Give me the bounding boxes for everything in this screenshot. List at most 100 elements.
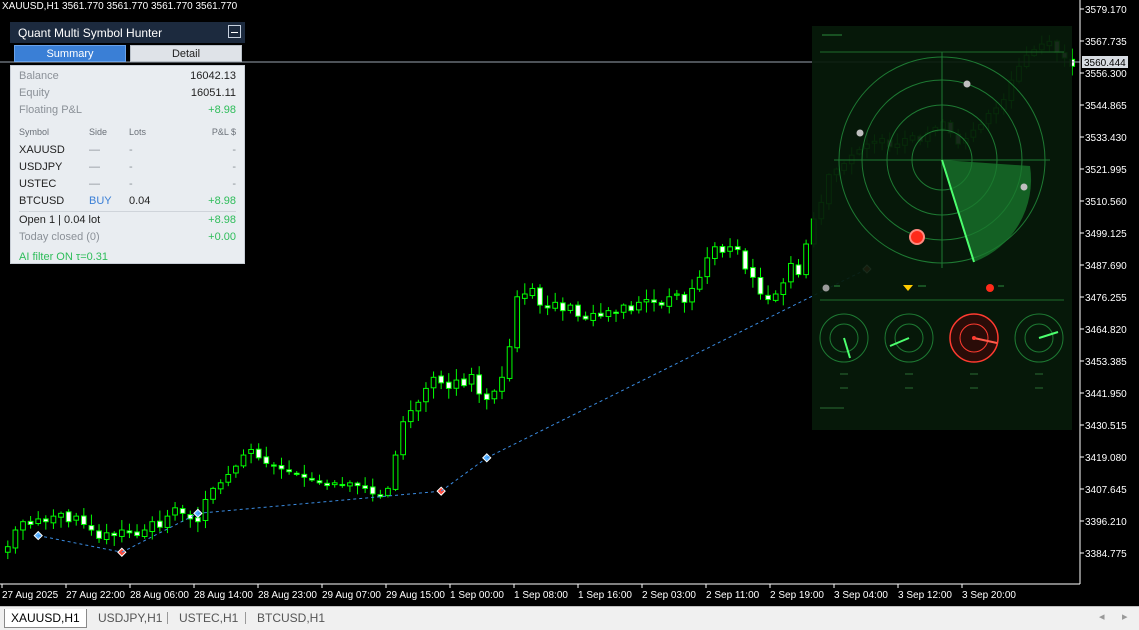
time-tick-label: 29 Aug 07:00 bbox=[322, 590, 381, 601]
candle-body bbox=[468, 374, 475, 385]
candle-body bbox=[134, 531, 140, 537]
header-pl: P&L $ bbox=[211, 127, 236, 137]
tab-summary[interactable]: Summary bbox=[14, 45, 126, 62]
candle-body bbox=[453, 379, 460, 389]
candle-body bbox=[772, 293, 779, 301]
scroll-right-icon[interactable]: ▸ bbox=[1122, 610, 1128, 623]
candle-body bbox=[438, 375, 445, 384]
candle-body bbox=[750, 267, 756, 278]
candle-body bbox=[430, 376, 437, 389]
time-tick-label: 27 Aug 2025 bbox=[2, 590, 59, 601]
today-closed-label: Today closed (0) bbox=[19, 231, 100, 243]
trade-link-line bbox=[440, 457, 488, 492]
candle-body bbox=[225, 473, 232, 483]
candle-body bbox=[369, 486, 376, 495]
time-tick-label: 28 Aug 23:00 bbox=[258, 590, 317, 601]
chart-title: XAUUSD,H1 3561.770 3561.770 3561.770 356… bbox=[2, 1, 238, 12]
candle-body bbox=[483, 393, 490, 401]
candle-body bbox=[696, 276, 703, 290]
candle-body bbox=[544, 305, 551, 309]
price-tick-label: 3556.300 bbox=[1085, 69, 1127, 80]
candle-body bbox=[354, 482, 361, 487]
candle-body bbox=[126, 530, 133, 534]
floating-pl-value: +8.98 bbox=[208, 104, 236, 116]
radar-blip-xauusd bbox=[963, 80, 971, 88]
candle-body bbox=[179, 508, 186, 514]
row-lots: 0.04 bbox=[129, 195, 151, 207]
candle-body bbox=[788, 262, 794, 283]
candle-body bbox=[681, 294, 688, 303]
candle-body bbox=[559, 302, 566, 312]
table-row[interactable]: USTEC — - - bbox=[19, 178, 236, 192]
candle-body bbox=[575, 304, 581, 317]
candle-body bbox=[506, 346, 513, 379]
candle-body bbox=[415, 401, 422, 412]
candle-body bbox=[141, 529, 148, 537]
candle-body bbox=[499, 376, 505, 392]
balance-value: 16042.13 bbox=[190, 70, 236, 82]
candle-body bbox=[628, 305, 635, 312]
price-tick-label: 3487.690 bbox=[1085, 261, 1127, 272]
panel-titlebar[interactable]: Quant Multi Symbol Hunter bbox=[10, 22, 245, 43]
candle-body bbox=[301, 473, 308, 478]
candle-body bbox=[385, 487, 391, 496]
row-symbol: USDJPY bbox=[19, 161, 63, 173]
time-tick-label: 2 Sep 11:00 bbox=[706, 590, 760, 601]
tab-usdjpy[interactable]: USDJPY,H1 bbox=[92, 609, 168, 627]
candle-body bbox=[605, 310, 612, 318]
price-tick-label: 3533.430 bbox=[1085, 133, 1127, 144]
table-row[interactable]: USDJPY — - - bbox=[19, 161, 236, 175]
candle-body bbox=[157, 520, 163, 528]
price-tick-label: 3521.995 bbox=[1085, 165, 1127, 176]
candle-body bbox=[643, 299, 650, 303]
row-lots: - bbox=[129, 144, 133, 156]
candle-body bbox=[347, 482, 353, 487]
scroll-left-icon[interactable]: ◂ bbox=[1099, 610, 1105, 623]
candle-body bbox=[666, 296, 673, 307]
row-pl: - bbox=[232, 178, 236, 190]
table-row[interactable]: BTCUSD BUY 0.04 +8.98 bbox=[19, 195, 236, 209]
tab-btcusd[interactable]: BTCUSD,H1 bbox=[251, 609, 331, 627]
candle-body bbox=[35, 518, 42, 525]
floating-pl-label: Floating P&L bbox=[19, 104, 82, 116]
candle-body bbox=[103, 532, 110, 541]
table-row[interactable]: XAUUSD — - - bbox=[19, 144, 236, 158]
legend-yellow-triangle bbox=[903, 285, 913, 291]
minimize-icon[interactable] bbox=[228, 25, 241, 38]
candle-body bbox=[240, 454, 247, 467]
row-symbol: BTCUSD bbox=[19, 195, 65, 207]
tab-separator bbox=[167, 612, 168, 624]
symbol-tab-bar: XAUUSD,H1 USDJPY,H1 USTEC,H1 BTCUSD,H1 ◂… bbox=[0, 606, 1139, 630]
candle-body bbox=[689, 287, 695, 303]
candle-body bbox=[658, 302, 665, 306]
candle-body bbox=[734, 246, 741, 251]
row-side: — bbox=[89, 161, 100, 173]
tab-xauusd[interactable]: XAUUSD,H1 bbox=[4, 609, 87, 628]
radar-blip-ustec bbox=[1020, 183, 1028, 191]
mini-gauge-1 bbox=[819, 313, 869, 363]
row-pl: +8.98 bbox=[208, 195, 236, 207]
tab-ustec[interactable]: USTEC,H1 bbox=[173, 609, 244, 627]
price-axis: 3579.170 3567.735 3556.300 3544.865 3533.430… bbox=[1080, 5, 1127, 560]
price-tick-label: 3396.210 bbox=[1085, 517, 1127, 528]
row-pl: - bbox=[232, 161, 236, 173]
candle-body bbox=[50, 515, 57, 524]
candle-body bbox=[271, 464, 277, 467]
row-side: — bbox=[89, 178, 100, 190]
candle-body bbox=[651, 299, 657, 303]
time-tick-label: 2 Sep 03:00 bbox=[642, 590, 696, 601]
tab-detail[interactable]: Detail bbox=[130, 45, 242, 62]
candle-body bbox=[331, 482, 338, 486]
candle-body bbox=[149, 521, 156, 533]
candle-body bbox=[476, 374, 483, 395]
candle-body bbox=[613, 311, 619, 314]
time-tick-label: 29 Aug 15:00 bbox=[386, 590, 445, 601]
candle-body bbox=[491, 390, 498, 400]
candle-body bbox=[597, 312, 604, 317]
price-tick-label: 3544.865 bbox=[1085, 101, 1127, 112]
candle-body bbox=[88, 525, 95, 531]
time-tick-label: 3 Sep 12:00 bbox=[898, 590, 952, 601]
candle-body bbox=[362, 485, 368, 489]
mini-gauge-2 bbox=[884, 313, 934, 363]
price-tick-label: 3464.820 bbox=[1085, 325, 1127, 336]
